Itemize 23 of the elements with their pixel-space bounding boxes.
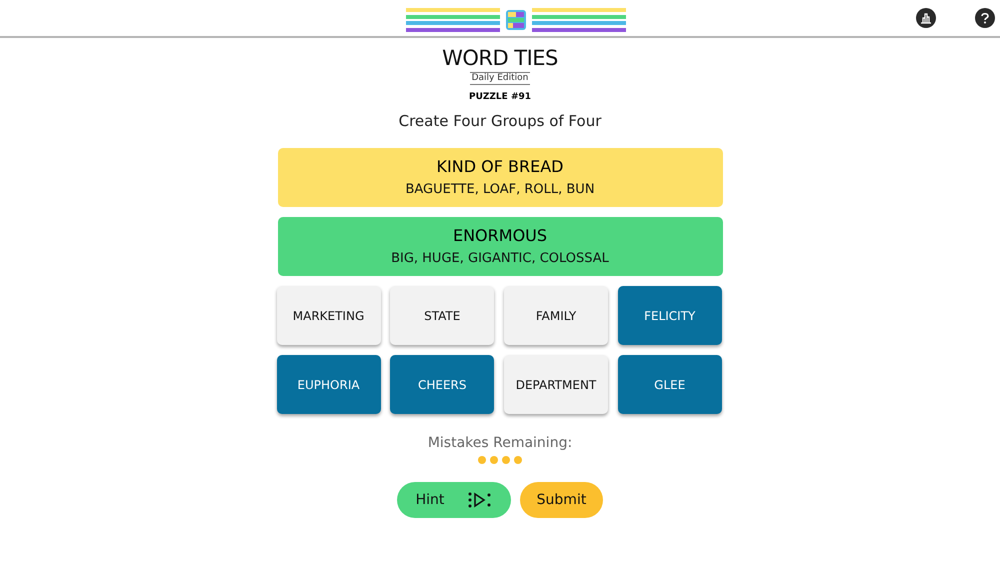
game-title: WORD TIES <box>442 45 558 71</box>
word-tile[interactable]: GLEE <box>618 355 722 414</box>
group-words: BIG, HUGE, GIGANTIC, COLOSSAL <box>391 250 609 268</box>
group-name: KIND OF BREAD <box>436 156 564 176</box>
word-tile[interactable]: EUPHORIA <box>276 355 380 414</box>
word-tile[interactable]: CHEERS <box>390 355 494 414</box>
stats-icon[interactable] <box>916 8 936 28</box>
word-tile[interactable]: FELICITY <box>618 286 722 345</box>
help-icon[interactable] <box>975 8 995 28</box>
puzzle-number: PUZZLE #91 <box>468 92 532 103</box>
hint-play-icon <box>468 492 492 508</box>
edition-label: Daily Edition <box>470 72 530 85</box>
submit-button[interactable]: Submit <box>520 482 603 518</box>
hint-button[interactable]: Hint <box>397 482 511 518</box>
word-tile[interactable]: STATE <box>390 286 494 345</box>
group-words: BAGUETTE, LOAF, ROLL, BUN <box>405 180 595 198</box>
word-tile[interactable]: FAMILY <box>504 286 608 345</box>
word-tile[interactable]: MARKETING <box>276 286 380 345</box>
group-name: ENORMOUS <box>452 226 548 246</box>
mistakes-label: Mistakes Remaining: <box>428 434 572 452</box>
logo-grid-icon <box>506 10 526 30</box>
word-tile[interactable]: DEPARTMENT <box>504 355 608 414</box>
instructions-text: Create Four Groups of Four <box>398 111 602 131</box>
